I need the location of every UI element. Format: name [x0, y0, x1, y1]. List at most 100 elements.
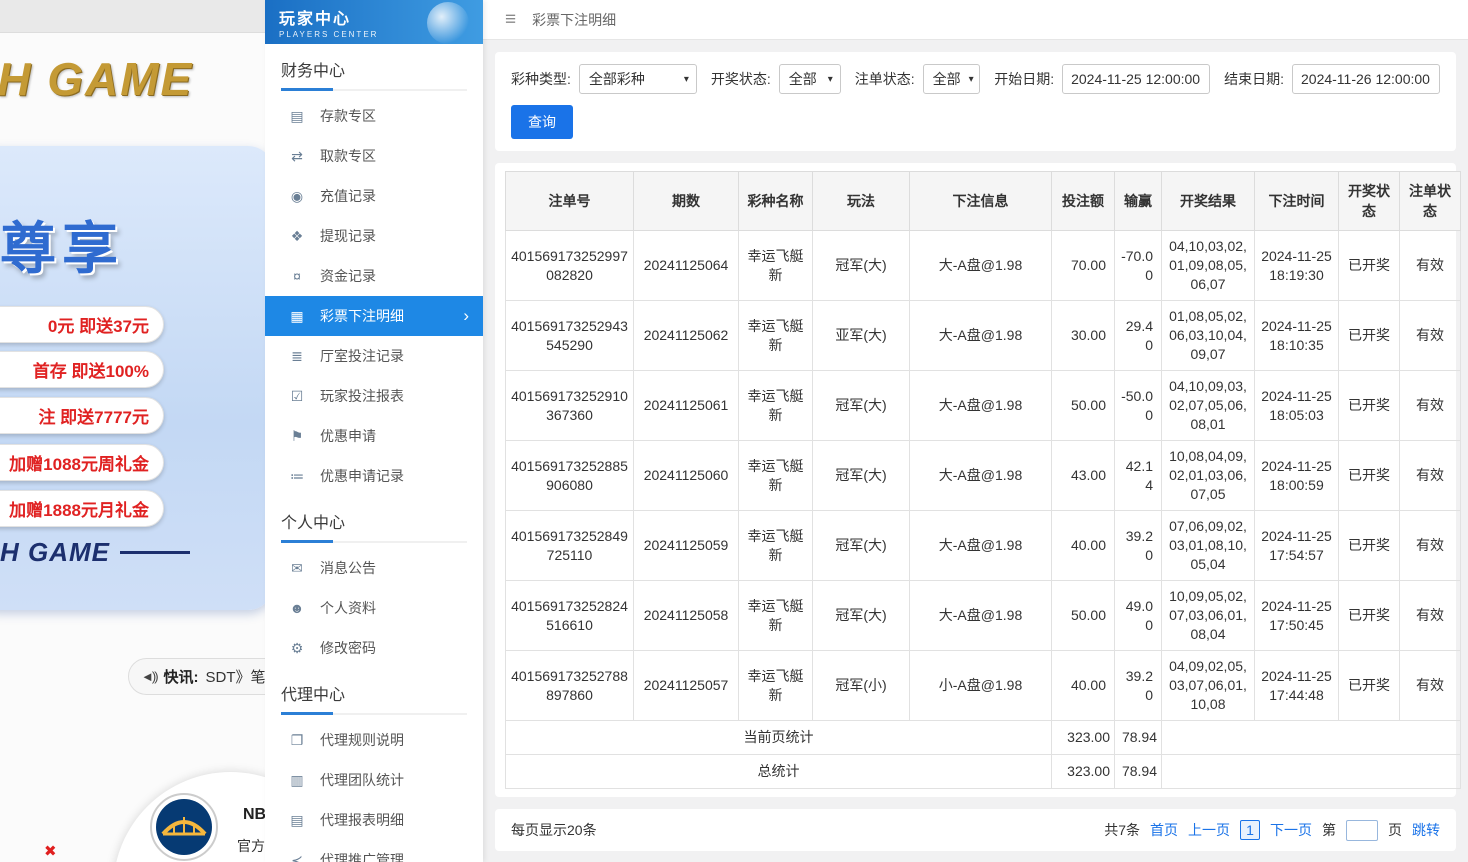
page-title: 彩票下注明细 — [532, 10, 616, 30]
sidebar-item-recharge-records[interactable]: ◉充值记录 — [265, 176, 483, 216]
cell-bet-info: 大-A盘@1.98 — [910, 581, 1052, 651]
sidebar-item-announcements[interactable]: ✉消息公告 — [265, 548, 483, 588]
sidebar-section-title: 财务中心 — [281, 57, 467, 91]
current-page-badge[interactable]: 1 — [1240, 820, 1260, 840]
speaker-icon: ◄)) — [141, 669, 157, 684]
ticker-text: SDT》笔 — [206, 666, 265, 687]
jump-page-input[interactable] — [1346, 820, 1378, 841]
cell-order-no: 401569173252849725110 — [506, 511, 634, 581]
ticker-label: 快讯: — [164, 666, 199, 687]
cell-lottery: 幸运飞艇新 — [739, 581, 813, 651]
next-page-link[interactable]: 下一页 — [1270, 820, 1312, 840]
list-check-icon: ≔ — [289, 468, 305, 485]
promo-pill: 加赠1888元月礼金 — [0, 490, 164, 527]
cell-order-status: 有效 — [1400, 441, 1461, 511]
cell-lottery: 幸运飞艇新 — [739, 231, 813, 301]
sidebar-item-profile[interactable]: ☻个人资料 — [265, 588, 483, 628]
flag-icon: ⚑ — [289, 428, 305, 445]
sidebar-item-label: 资金记录 — [320, 266, 376, 286]
cell-win-loss: 39.20 — [1115, 511, 1162, 581]
transfer-icon: ⇄ — [289, 148, 305, 165]
close-icon[interactable]: ✖ — [44, 842, 57, 860]
prev-page-link[interactable]: 上一页 — [1188, 820, 1230, 840]
recharge-icon: ◉ — [289, 188, 305, 205]
column-header: 注单号 — [506, 172, 634, 231]
table-row: 40156917325294354529020241125062幸运飞艇新亚军(… — [506, 301, 1461, 371]
money-bag-icon: ¤ — [289, 268, 305, 284]
sidebar-item-withdraw-zone[interactable]: ⇄取款专区 — [265, 136, 483, 176]
column-header: 开奖结果 — [1162, 172, 1255, 231]
cell-order-status: 有效 — [1400, 231, 1461, 301]
sidebar-item-label: 优惠申请 — [320, 426, 376, 446]
background-site: HH GAME 尊享 0元 即送37元首存 即送100%注 即送7777元加赠1… — [0, 0, 265, 862]
team-name: NBA — [243, 806, 265, 824]
sidebar-item-change-password[interactable]: ⚙修改密码 — [265, 628, 483, 668]
sidebar-item-agent-report-details[interactable]: ▤代理报表明细 — [265, 800, 483, 840]
sidebar-item-hall-bet-records[interactable]: ≣厅室投注记录 — [265, 336, 483, 376]
cell-lottery: 幸运飞艇新 — [739, 651, 813, 721]
lottery-type-select[interactable]: 全部彩种 ▾ — [579, 64, 697, 94]
draw-status-label: 开奖状态: — [711, 69, 771, 89]
sidebar-item-label: 厅室投注记录 — [320, 346, 404, 366]
user-icon: ☻ — [289, 600, 305, 616]
sidebar-item-lottery-bet-details[interactable]: ▦彩票下注明细› — [265, 296, 483, 336]
sidebar-item-player-bet-report[interactable]: ☑玩家投注报表 — [265, 376, 483, 416]
pager-controls: 共7条 首页 上一页 1 下一页 第 页 跳转 — [1104, 820, 1440, 841]
promo-pill: 加赠1088元周礼金 — [0, 444, 164, 481]
sidebar-item-funds-records[interactable]: ¤ 资金记录 — [265, 256, 483, 296]
draw-status-select[interactable]: 全部 ▾ — [779, 64, 841, 94]
sidebar-item-agent-team-stats[interactable]: ▥代理团队统计 — [265, 760, 483, 800]
cell-lottery: 幸运飞艇新 — [739, 301, 813, 371]
order-status-select[interactable]: 全部 ▾ — [923, 64, 981, 94]
jump-button[interactable]: 跳转 — [1412, 820, 1440, 840]
sidebar-item-promo-application[interactable]: ⚑ 优惠申请 — [265, 416, 483, 456]
cell-play: 冠军(大) — [813, 371, 910, 441]
cell-order-status: 有效 — [1400, 371, 1461, 441]
bell-icon: ✉ — [289, 560, 305, 577]
cell-period: 20241125058 — [634, 581, 739, 651]
cell-bet-time: 2024-11-25 17:44:48 — [1255, 651, 1339, 721]
cell-play: 冠军(小) — [813, 651, 910, 721]
cell-period: 20241125062 — [634, 301, 739, 371]
cell-order-no: 401569173252788897860 — [506, 651, 634, 721]
cell-bet-info: 大-A盘@1.98 — [910, 511, 1052, 581]
cell-result: 04,09,02,05,03,07,06,01,10,08 — [1162, 651, 1255, 721]
cell-order-status: 有效 — [1400, 511, 1461, 581]
sidebar-item-agent-rules[interactable]: ❐代理规则说明 — [265, 720, 483, 760]
sidebar-item-label: 彩票下注明细 — [320, 306, 404, 326]
cell-lottery: 幸运飞艇新 — [739, 511, 813, 581]
sidebar-item-deposit-zone[interactable]: ▤存款专区 — [265, 96, 483, 136]
main-content: 彩种类型: 全部彩种 ▾ 开奖状态: 全部 ▾ 注单状态: 全部 ▾ 开始日期:… — [483, 40, 1468, 851]
start-date-input[interactable] — [1062, 64, 1210, 94]
cell-order-status: 有效 — [1400, 581, 1461, 651]
end-date-input[interactable] — [1292, 64, 1440, 94]
first-page-link[interactable]: 首页 — [1150, 820, 1178, 840]
table-row: 40156917325299708282020241125064幸运飞艇新冠军(… — [506, 231, 1461, 301]
summary-empty — [1162, 755, 1461, 789]
sidebar-item-label: 代理推广管理 — [320, 850, 404, 862]
cell-bet-info: 小-A盘@1.98 — [910, 651, 1052, 721]
stats-icon: ▥ — [289, 772, 305, 789]
summary-win-total: 78.94 — [1115, 755, 1162, 789]
cash-out-icon: ❖ — [289, 228, 305, 245]
search-button[interactable]: 查询 — [511, 105, 573, 139]
sidebar-item-agent-promotion[interactable]: ≺代理推广管理 — [265, 840, 483, 862]
hamburger-menu-icon[interactable]: ≡ — [505, 9, 516, 31]
sidebar-item-label: 修改密码 — [320, 638, 376, 658]
cell-win-loss: 49.00 — [1115, 581, 1162, 651]
cell-result: 10,08,04,09,02,01,03,06,07,05 — [1162, 441, 1255, 511]
table-row: 40156917325282451661020241125058幸运飞艇新冠军(… — [506, 581, 1461, 651]
cell-period: 20241125060 — [634, 441, 739, 511]
promo-pill: 0元 即送37元 — [0, 306, 164, 343]
cell-draw-status: 已开奖 — [1339, 371, 1400, 441]
cell-draw-status: 已开奖 — [1339, 301, 1400, 371]
sidebar-item-promo-application-records[interactable]: ≔优惠申请记录 — [265, 456, 483, 496]
sidebar-item-label: 代理规则说明 — [320, 730, 404, 750]
column-header: 期数 — [634, 172, 739, 231]
cell-draw-status: 已开奖 — [1339, 441, 1400, 511]
table-row: 40156917325291036736020241125061幸运飞艇新冠军(… — [506, 371, 1461, 441]
sidebar-item-withdrawal-records[interactable]: ❖提现记录 — [265, 216, 483, 256]
cell-amount: 50.00 — [1052, 371, 1115, 441]
cell-bet-info: 大-A盘@1.98 — [910, 371, 1052, 441]
cell-bet-info: 大-A盘@1.98 — [910, 441, 1052, 511]
